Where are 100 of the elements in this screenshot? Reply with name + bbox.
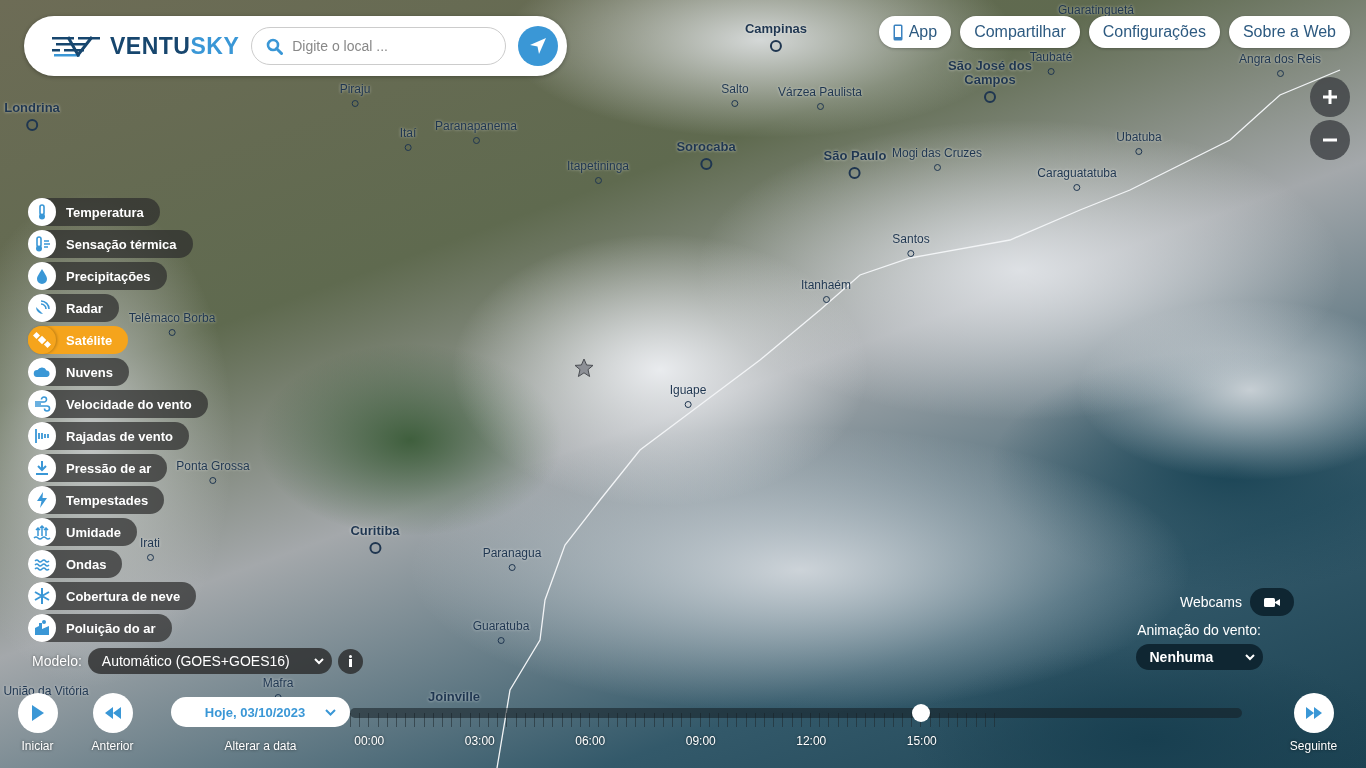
zoom-out-button[interactable] <box>1310 120 1350 160</box>
satellite-map[interactable] <box>0 0 1366 768</box>
city-label: Angra dos Reis <box>1239 52 1321 66</box>
info-button[interactable] <box>337 648 363 674</box>
city-marker <box>700 158 712 170</box>
search-field[interactable]: Digite o local ... <box>251 27 506 65</box>
video-camera-icon <box>1264 596 1280 608</box>
wind-animation-dropdown[interactable]: Nenhuma <box>1135 644 1263 670</box>
city-marker <box>984 91 996 103</box>
city-label: Piraju <box>339 82 371 96</box>
layer-button[interactable]: Tempestades <box>28 486 165 514</box>
hour-label: 09:00 <box>684 734 717 748</box>
layer-button[interactable]: Rajadas de vento <box>28 422 189 450</box>
info-icon <box>347 655 353 667</box>
factory-icon <box>33 619 51 637</box>
layer-button[interactable]: Pressão de ar <box>28 454 168 482</box>
satellite-icon <box>33 331 51 349</box>
layer-button[interactable]: Precipitações <box>28 262 167 290</box>
hour-label: 15:00 <box>905 734 938 748</box>
city-label: Curitiba <box>350 524 400 538</box>
search-icon <box>266 38 284 55</box>
city-label: Ubatuba <box>1116 130 1162 144</box>
city-label: Joinville <box>428 690 480 704</box>
city-label: Itapetininga <box>566 159 630 173</box>
city-label: São José dos Campos <box>947 59 1032 87</box>
layer-button[interactable]: Velocidade do vento <box>28 390 208 418</box>
city-label: Itaí <box>399 126 417 140</box>
button-caption: Seguinte <box>1289 739 1338 753</box>
hour-label: 06:00 <box>574 734 607 748</box>
city-label: Caraguatatuba <box>1037 166 1117 180</box>
snowflake-icon <box>33 587 51 605</box>
webcams-label: Webcams <box>1180 594 1242 610</box>
city-label: Mogi das Cruzes <box>892 146 982 160</box>
app-button[interactable]: App <box>878 16 952 48</box>
zoom-in-button[interactable] <box>1310 77 1350 117</box>
layer-button[interactable]: Nuvens <box>28 358 129 386</box>
city-label: Paranagua <box>482 546 542 560</box>
webcams-button[interactable] <box>1250 588 1294 616</box>
city-label: Santos <box>892 232 930 246</box>
city-label: Sorocaba <box>676 140 736 154</box>
city-label: Várzea Paulista <box>778 85 862 99</box>
city-marker <box>26 119 38 131</box>
city-label: Paranapanema <box>434 119 518 133</box>
city-label: União da Vitória <box>3 684 89 698</box>
chevron-down-icon <box>313 657 324 665</box>
city-label: Ponta Grossa <box>176 459 250 473</box>
hour-label: 03:00 <box>463 734 496 748</box>
rewind-icon <box>103 704 122 722</box>
navigation-arrow-icon <box>529 37 547 55</box>
menu-button[interactable]: Configurações <box>1088 16 1220 48</box>
city-label: Guaratinguetá <box>1057 3 1135 17</box>
wind-icon <box>33 395 51 413</box>
fast-forward-icon <box>1304 704 1323 722</box>
wind-gust-icon <box>33 427 51 445</box>
minus-icon <box>1322 138 1338 142</box>
city-label: Londrina <box>4 101 60 115</box>
hour-label: 12:00 <box>795 734 828 748</box>
city-label: São Paulo <box>823 149 887 163</box>
button-caption: Anterior <box>91 739 134 753</box>
date-caption: Alterar a data <box>224 739 297 753</box>
hour-label: 00:00 <box>353 734 386 748</box>
city-label: Irati <box>140 536 160 550</box>
phone-icon <box>892 23 903 41</box>
locate-button[interactable] <box>518 26 558 66</box>
layer-button[interactable]: Temperatura <box>28 198 160 226</box>
city-label: Taubaté <box>1029 50 1073 64</box>
next-button[interactable] <box>1293 693 1334 733</box>
wind-animation-label: Animação do vento: <box>1137 622 1261 638</box>
model-dropdown[interactable]: Automático (GOES+GOES16) <box>87 648 332 674</box>
menu-button[interactable]: Compartilhar <box>960 16 1080 48</box>
chevron-down-icon <box>1244 653 1255 661</box>
humidity-icon <box>33 523 51 541</box>
timeline-thumb[interactable] <box>911 704 930 722</box>
city-label: Guaratuba <box>472 619 530 633</box>
layer-button[interactable]: Sensação térmica <box>28 230 193 258</box>
logo-text[interactable]: VENTUSKY <box>110 32 240 60</box>
city-label: Telêmaco Borba <box>128 311 216 325</box>
layer-button[interactable]: Umidade <box>28 518 137 546</box>
plus-icon <box>1322 89 1338 105</box>
city-marker <box>770 40 782 52</box>
button-caption: Iniciar <box>21 739 54 753</box>
layer-button[interactable]: Cobertura de neve <box>28 582 197 610</box>
city-marker <box>369 542 381 554</box>
thermometer-wind-icon <box>33 235 51 253</box>
city-marker <box>849 167 861 179</box>
city-label: Mafra <box>262 676 294 690</box>
city-label: Campinas <box>744 22 808 36</box>
layer-button[interactable]: Ondas <box>28 550 123 578</box>
previous-button[interactable] <box>92 693 133 733</box>
menu-button[interactable]: Sobre a Web <box>1228 16 1350 48</box>
chevron-down-icon <box>325 708 337 716</box>
star-icon <box>574 358 594 378</box>
layer-button[interactable]: Poluição do ar <box>28 614 172 642</box>
radar-icon <box>33 299 51 317</box>
city-label: Itanhaém <box>801 278 851 292</box>
layer-button[interactable]: Radar <box>28 294 119 322</box>
city-label: Salto <box>721 82 749 96</box>
download-arrow-icon <box>33 459 51 477</box>
model-label: Modelo: <box>32 653 82 669</box>
city-label: Iguape <box>669 383 707 397</box>
